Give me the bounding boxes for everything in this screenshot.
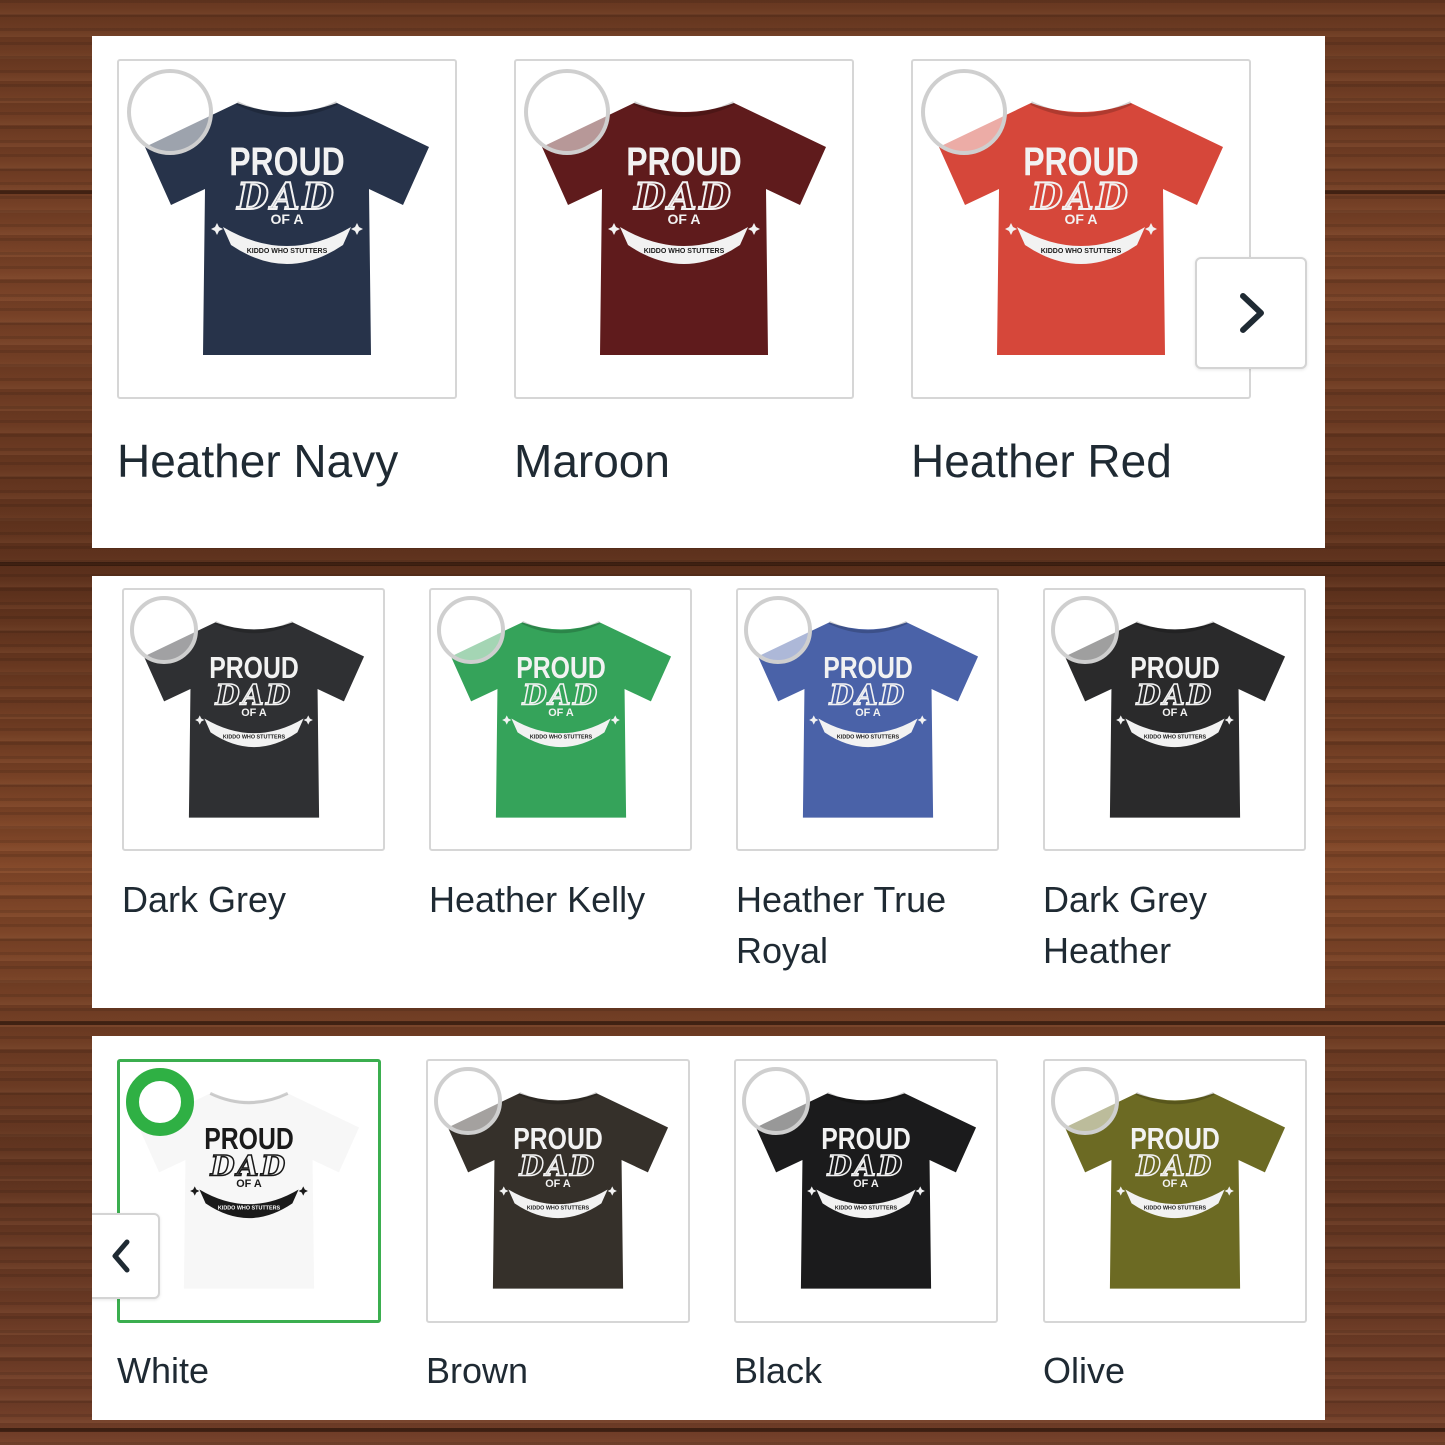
swatch-olive[interactable]: PROUD DAD OF A KIDDO WHO STUTTERS xyxy=(1043,1059,1307,1323)
swatch-label: Black xyxy=(734,1350,823,1391)
print-banner-text: KIDDO WHO STUTTERS xyxy=(644,248,725,255)
print-banner-text: KIDDO WHO STUTTERS xyxy=(1144,735,1207,741)
swatch-heather-kelly[interactable]: PROUD DAD OF A KIDDO WHO STUTTERS xyxy=(429,588,692,851)
print-banner-text: KIDDO WHO STUTTERS xyxy=(527,1206,590,1212)
color-panel-2: PROUD DAD OF A KIDDO WHO STUTTERS Dark Grey… xyxy=(92,576,1325,1008)
radio-button[interactable] xyxy=(921,69,1007,155)
print-line-of-a: OF A xyxy=(1065,211,1098,227)
print-banner-text: KIDDO WHO STUTTERS xyxy=(835,1206,898,1212)
swatch-label: Maroon xyxy=(514,435,670,487)
swatch-black[interactable]: PROUD DAD OF A KIDDO WHO STUTTERS xyxy=(734,1059,998,1323)
print-banner-text: KIDDO WHO STUTTERS xyxy=(837,735,900,741)
swatch-dark-grey-heather[interactable]: PROUD DAD OF A KIDDO WHO STUTTERS xyxy=(1043,588,1306,851)
swatch-maroon[interactable]: PROUD DAD OF A KIDDO WHO STUTTERS xyxy=(514,59,854,399)
radio-button[interactable] xyxy=(1051,1067,1119,1135)
color-panel-1: PROUD DAD OF A KIDDO WHO STUTTERS Heather N… xyxy=(92,36,1325,548)
radio-button[interactable] xyxy=(130,596,198,664)
swatch-brown[interactable]: PROUD DAD OF A KIDDO WHO STUTTERS xyxy=(426,1059,690,1323)
swatch-dark-grey[interactable]: PROUD DAD OF A KIDDO WHO STUTTERS xyxy=(122,588,385,851)
print-banner-text: KIDDO WHO STUTTERS xyxy=(1041,248,1122,255)
swatch-label: Olive xyxy=(1043,1350,1126,1391)
radio-button[interactable] xyxy=(434,1067,502,1135)
swatch-label: Heather Kelly xyxy=(429,879,646,920)
print-line-of-a: OF A xyxy=(855,707,881,719)
print-banner-text: KIDDO WHO STUTTERS xyxy=(1144,1206,1207,1212)
radio-button[interactable] xyxy=(742,1067,810,1135)
swatch-label: Brown xyxy=(426,1350,529,1391)
swatch-label: Heather Navy xyxy=(117,435,399,487)
swatch-label: Dark Grey Heather xyxy=(1043,879,1208,972)
color-panel-3: PROUD DAD OF A KIDDO WHO STUTTERS White PRO… xyxy=(92,1036,1325,1420)
radio-button[interactable] xyxy=(437,596,505,664)
swatch-label: Heather True Royal xyxy=(736,879,947,972)
print-line-of-a: OF A xyxy=(241,707,267,719)
chevron-right-icon xyxy=(1240,293,1264,333)
print-banner-text: KIDDO WHO STUTTERS xyxy=(247,248,328,255)
print-line-of-a: OF A xyxy=(548,707,574,719)
radio-button[interactable] xyxy=(1051,596,1119,664)
print-line-of-a: OF A xyxy=(1162,707,1188,719)
print-line-of-a: OF A xyxy=(236,1178,262,1190)
print-banner-text: KIDDO WHO STUTTERS xyxy=(223,735,286,741)
print-banner-text: KIDDO WHO STUTTERS xyxy=(530,735,593,741)
print-line-of-a: OF A xyxy=(853,1178,879,1190)
radio-button[interactable] xyxy=(524,69,610,155)
swatch-label: Dark Grey xyxy=(122,879,287,920)
swatch-heather-true-royal[interactable]: PROUD DAD OF A KIDDO WHO STUTTERS xyxy=(736,588,999,851)
print-line-of-a: OF A xyxy=(1162,1178,1188,1190)
radio-button-selected[interactable] xyxy=(126,1068,194,1136)
swatch-label: Heather Red xyxy=(911,435,1172,487)
previous-button[interactable] xyxy=(92,1213,160,1299)
swatch-label: White xyxy=(117,1350,210,1391)
print-line-of-a: OF A xyxy=(668,211,701,227)
print-line-of-a: OF A xyxy=(545,1178,571,1190)
radio-button[interactable] xyxy=(127,69,213,155)
next-button[interactable] xyxy=(1195,257,1307,369)
print-line-of-a: OF A xyxy=(271,211,304,227)
chevron-left-icon xyxy=(112,1239,130,1273)
print-banner-text: KIDDO WHO STUTTERS xyxy=(218,1206,281,1212)
swatch-heather-navy[interactable]: PROUD DAD OF A KIDDO WHO STUTTERS xyxy=(117,59,457,399)
radio-button[interactable] xyxy=(744,596,812,664)
